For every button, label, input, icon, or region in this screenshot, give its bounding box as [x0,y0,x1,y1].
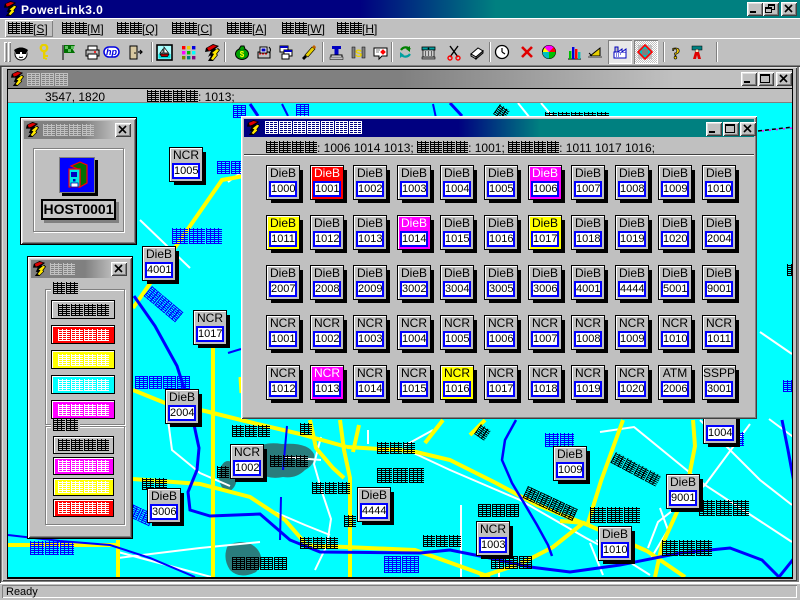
svg-text:?: ? [672,44,681,61]
svg-text:$: $ [240,50,245,59]
svg-text:hp: hp [106,47,117,57]
svg-text:S: S [355,48,362,60]
